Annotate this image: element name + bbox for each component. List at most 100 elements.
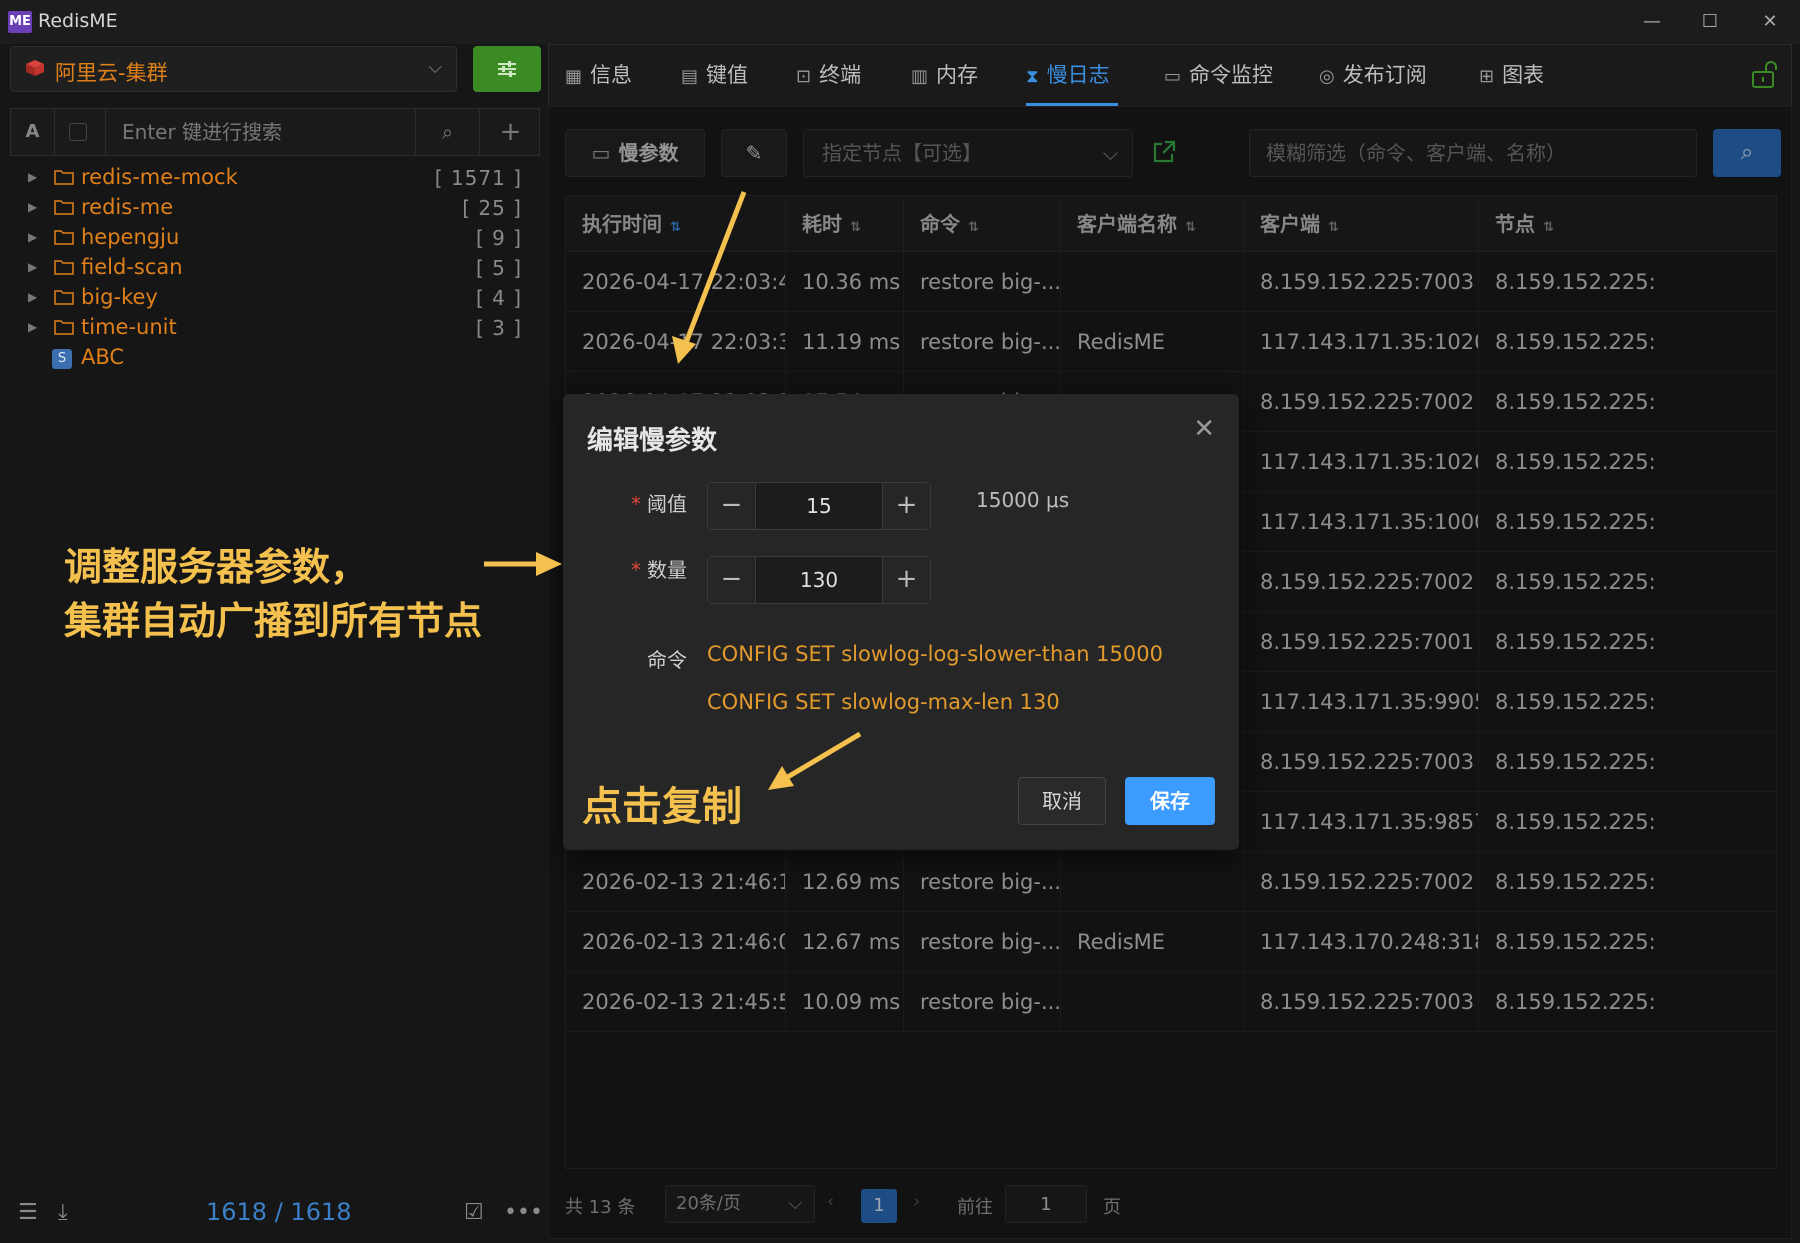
external-link-icon[interactable] xyxy=(1151,139,1177,165)
tree-item[interactable]: ▶ redis-me [ 25 ] xyxy=(22,194,522,224)
key-search-input[interactable] xyxy=(105,109,415,155)
tree-item[interactable]: ▶ time-unit [ 3 ] xyxy=(22,314,522,344)
threshold-stepper: − 15 + xyxy=(707,482,931,530)
tab-slowlog[interactable]: ⧗ 慢日志 xyxy=(1026,59,1110,99)
tree-item[interactable]: ▶ big-key [ 4 ] xyxy=(22,284,522,314)
table-row[interactable]: 2026-02-13 21:45:50 10.09 ms restore big-.… xyxy=(566,972,1776,1032)
command-line[interactable]: CONFIG SET slowlog-log-slower-than 15000 xyxy=(707,642,1163,666)
table-cell: 8.159.152.225: xyxy=(1495,990,1656,1014)
search-icon[interactable]: ⌕ xyxy=(415,109,479,155)
table-row[interactable]: 2026-02-13 21:46:06 12.67 ms restore big-.… xyxy=(566,912,1776,972)
total-count: 共 13 条 xyxy=(565,1197,636,1218)
tree-item[interactable]: ▶ hepengju [ 9 ] xyxy=(22,224,522,254)
column-header[interactable]: 客户端名称 ⇅ xyxy=(1061,196,1244,252)
caret-right-icon[interactable]: ▶ xyxy=(28,200,37,214)
tab-info[interactable]: ▦ 信息 xyxy=(565,59,632,99)
caret-right-icon[interactable]: ▶ xyxy=(28,230,37,244)
filter-input[interactable] xyxy=(1249,129,1697,177)
table-row[interactable]: 2026-04-17 22:03:40 10.36 ms restore big-.… xyxy=(566,252,1776,312)
connection-select[interactable]: 阿里云-集群 ⌵ xyxy=(10,46,457,92)
close-window-button[interactable]: ✕ xyxy=(1750,8,1790,36)
caret-right-icon[interactable]: ▶ xyxy=(28,290,37,304)
search-mode-toggle[interactable]: A xyxy=(11,109,55,155)
caret-right-icon[interactable]: ▶ xyxy=(28,260,37,274)
minimize-button[interactable]: — xyxy=(1632,8,1672,36)
sort-icon[interactable]: ⇅ xyxy=(1543,220,1554,235)
next-page-button[interactable]: › xyxy=(913,1191,920,1212)
column-header[interactable]: 执行时间 ⇅ xyxy=(566,196,786,252)
table-cell: 8.159.152.225: xyxy=(1495,870,1656,894)
table-cell xyxy=(1061,972,1244,1032)
close-icon[interactable]: ✕ xyxy=(1193,414,1215,444)
table-row[interactable]: 2026-04-17 22:03:33 11.19 ms restore big-.… xyxy=(566,312,1776,372)
annotation-text: 集群自动广播到所有节点 xyxy=(64,599,483,643)
sort-icon[interactable]: ☰ xyxy=(18,1200,38,1225)
table-cell: 2026-04-17 22:03:33 xyxy=(566,312,786,372)
slow-params-button[interactable]: ▭ 慢参数 xyxy=(565,129,705,177)
sort-icon[interactable]: ⇅ xyxy=(968,220,979,235)
tab-terminal[interactable]: ⊡ 终端 xyxy=(796,59,861,99)
table-cell: 8.159.152.225: xyxy=(1495,390,1656,414)
tree-item-label: hepengju xyxy=(81,225,180,249)
maximize-button[interactable]: ☐ xyxy=(1690,8,1730,36)
table-cell: 8.159.152.225: xyxy=(1495,330,1656,354)
sort-icon[interactable]: ⇅ xyxy=(850,220,861,235)
table-cell: 117.143.170.248:3183 xyxy=(1244,912,1479,972)
column-header[interactable]: 命令 ⇅ xyxy=(904,196,1061,252)
connection-settings-button[interactable] xyxy=(473,46,541,92)
table-row[interactable]: 2026-02-13 21:46:13 12.69 ms restore big-.… xyxy=(566,852,1776,912)
app-title: RedisME xyxy=(38,10,118,32)
current-page[interactable]: 1 xyxy=(861,1189,897,1223)
increment-button[interactable]: + xyxy=(882,557,930,603)
folder-icon xyxy=(54,170,74,185)
tree-item-label: field-scan xyxy=(81,255,183,279)
search-icon[interactable]: ⌕ xyxy=(1713,129,1781,177)
edit-params-button[interactable]: ✎ xyxy=(721,129,787,177)
tree-item[interactable]: ▶ field-scan [ 5 ] xyxy=(22,254,522,284)
node-select[interactable]: 指定节点【可选】 ⌵ xyxy=(803,129,1133,177)
folder-icon xyxy=(54,320,74,335)
decrement-button[interactable]: − xyxy=(708,557,756,603)
batch-select-icon[interactable]: ☑ xyxy=(464,1200,484,1225)
string-key-item[interactable]: S ABC xyxy=(22,344,522,374)
caret-right-icon[interactable]: ▶ xyxy=(28,320,37,334)
add-key-icon[interactable]: + xyxy=(479,109,541,155)
tab-keys[interactable]: ▤ 键值 xyxy=(681,59,748,99)
sort-icon[interactable]: ⇅ xyxy=(1328,220,1339,235)
count-value[interactable]: 130 xyxy=(756,557,882,603)
threshold-value[interactable]: 15 xyxy=(756,483,882,529)
increment-button[interactable]: + xyxy=(882,483,930,529)
hourglass-icon: ⧗ xyxy=(1026,66,1039,87)
cancel-button[interactable]: 取消 xyxy=(1018,777,1106,825)
unlock-icon[interactable] xyxy=(1749,59,1779,89)
sort-icon[interactable]: ⇅ xyxy=(670,220,681,235)
more-icon[interactable]: ••• xyxy=(504,1200,543,1225)
command-line[interactable]: CONFIG SET slowlog-max-len 130 xyxy=(707,690,1060,714)
prev-page-button[interactable]: ‹ xyxy=(827,1191,834,1212)
table-cell: 117.143.171.35:10009 xyxy=(1244,492,1479,552)
decrement-button[interactable]: − xyxy=(708,483,756,529)
table-cell: RedisME xyxy=(1061,912,1244,972)
download-icon[interactable]: ⤓ xyxy=(58,1200,68,1225)
table-cell: restore big-... xyxy=(904,972,1061,1032)
goto-page-input[interactable] xyxy=(1005,1185,1087,1223)
select-all-checkbox[interactable] xyxy=(69,123,87,141)
column-header[interactable]: 客户端 ⇅ xyxy=(1244,196,1479,252)
column-header[interactable]: 节点 ⇅ xyxy=(1479,196,1776,252)
save-button[interactable]: 保存 xyxy=(1125,777,1215,825)
command-label: 命令 xyxy=(647,648,687,672)
tab-memory[interactable]: ▥ 内存 xyxy=(911,59,978,99)
caret-right-icon[interactable]: ▶ xyxy=(28,170,37,184)
tab-pubsub[interactable]: ◎ 发布订阅 xyxy=(1319,59,1427,99)
sort-icon[interactable]: ⇅ xyxy=(1185,220,1196,235)
table-cell: 8.159.152.225:7003 xyxy=(1244,252,1479,312)
tab-monitor[interactable]: ▭ 命令监控 xyxy=(1164,59,1273,99)
table-cell: 8.159.152.225:7002 xyxy=(1244,552,1479,612)
tree-item[interactable]: ▶ redis-me-mock [ 1571 ] xyxy=(22,164,522,194)
tab-charts[interactable]: ⊞ 图表 xyxy=(1479,59,1544,99)
table-cell: 8.159.152.225: xyxy=(1495,450,1656,474)
table-cell: 8.159.152.225: xyxy=(1495,810,1656,834)
column-header[interactable]: 耗时 ⇅ xyxy=(786,196,904,252)
page-size-select[interactable]: 20条/页 ⌵ xyxy=(665,1185,815,1223)
node-select-placeholder: 指定节点【可选】 xyxy=(822,141,982,165)
